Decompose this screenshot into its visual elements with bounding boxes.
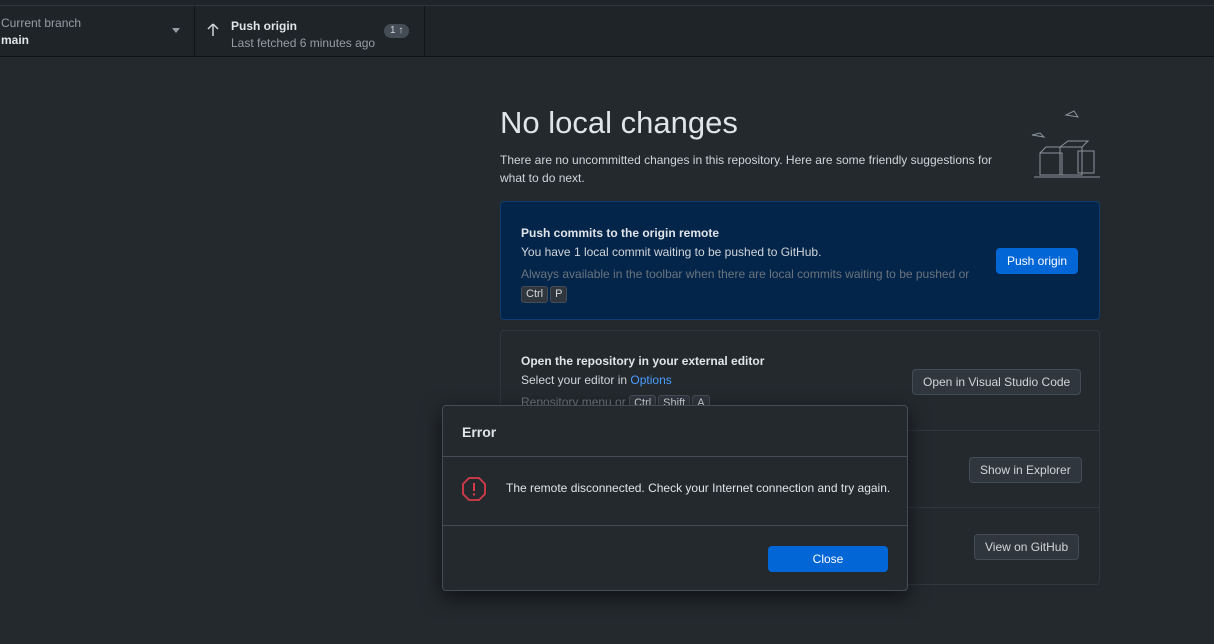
dialog-body: The remote disconnected. Check your Inte… [443, 457, 907, 526]
error-dialog: Error The remote disconnected. Check you… [442, 405, 908, 591]
close-button[interactable]: Close [768, 546, 888, 572]
stop-error-icon [462, 477, 486, 501]
dialog-header: Error [443, 406, 907, 457]
dialog-title: Error [462, 424, 497, 440]
dialog-message: The remote disconnected. Check your Inte… [506, 481, 891, 495]
